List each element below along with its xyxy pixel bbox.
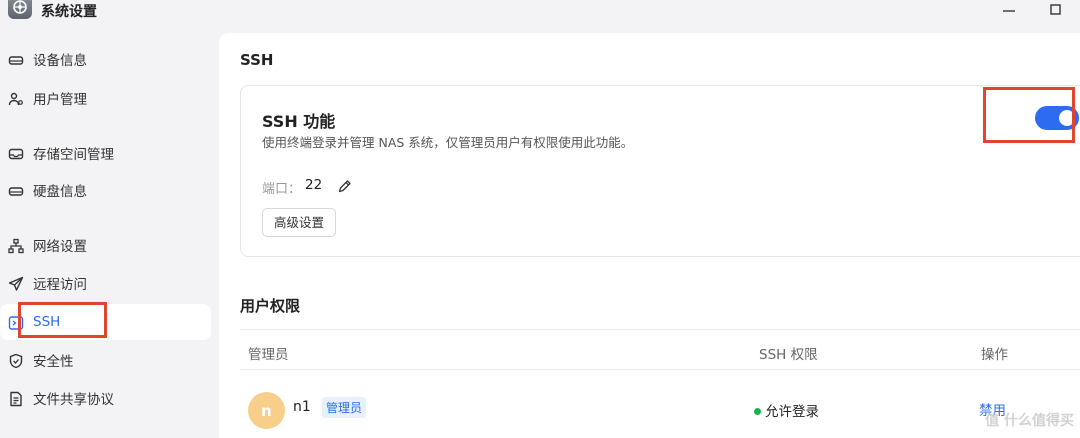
storage-icon	[8, 148, 24, 160]
sidebar-item-network[interactable]: 网络设置	[0, 227, 211, 263]
title-bar: 系统设置	[0, 0, 1080, 24]
sidebar-item-disk-info[interactable]: 硬盘信息	[0, 172, 211, 208]
ssh-card: SSH 功能 使用终端登录并管理 NAS 系统，仅管理员用户有权限使用此功能。 …	[240, 85, 1080, 257]
sidebar-item-device-info[interactable]: 设备信息	[0, 41, 211, 77]
table-divider-top	[240, 329, 1080, 330]
sidebar: 设备信息 用户管理 存储空间管理 硬盘信息 网络设置 远程访问 SSH 安全性 …	[0, 24, 219, 438]
sidebar-item-user-management[interactable]: 用户管理	[0, 80, 211, 116]
sidebar-item-label: 设备信息	[33, 53, 87, 69]
ssh-toggle[interactable]	[1035, 106, 1079, 130]
sidebar-item-label: 远程访问	[33, 277, 87, 293]
port-value: 22	[305, 177, 323, 193]
window-title: 系统设置	[41, 4, 97, 20]
avatar: n	[248, 392, 285, 429]
table-divider-header	[240, 369, 1080, 370]
permissions-title: 用户权限	[240, 297, 301, 315]
sidebar-item-label: 文件共享协议	[33, 392, 114, 408]
watermark: 值 什么值得买	[985, 413, 1074, 429]
minimize-icon	[1003, 10, 1015, 12]
ssh-icon	[8, 316, 24, 330]
disk-icon	[8, 187, 24, 196]
user-name: n1	[293, 399, 311, 415]
role-badge: 管理员	[322, 397, 367, 418]
sidebar-item-label: 安全性	[33, 354, 74, 370]
file-icon	[10, 391, 22, 407]
column-header-action: 操作	[981, 347, 1008, 363]
ssh-status: 允许登录	[754, 400, 819, 420]
main-panel: SSH SSH 功能 使用终端登录并管理 NAS 系统，仅管理员用户有权限使用此…	[219, 33, 1080, 438]
ssh-card-description: 使用终端登录并管理 NAS 系统，仅管理员用户有权限使用此功能。	[262, 135, 634, 150]
sidebar-item-security[interactable]: 安全性	[0, 342, 211, 378]
shield-icon	[9, 353, 23, 369]
port-label: 端口：	[262, 182, 302, 197]
maximize-button[interactable]	[1046, 2, 1066, 18]
sidebar-item-label: 存储空间管理	[33, 147, 114, 163]
sidebar-item-storage[interactable]: 存储空间管理	[0, 135, 211, 171]
sidebar-item-label: 硬盘信息	[33, 184, 87, 200]
sidebar-item-ssh[interactable]: SSH	[0, 304, 211, 340]
app-icon	[8, 0, 32, 19]
minimize-button[interactable]	[999, 2, 1019, 18]
user-icon	[8, 92, 23, 106]
sidebar-item-label: SSH	[33, 314, 61, 330]
ssh-card-title: SSH 功能	[262, 112, 336, 131]
ssh-status-text: 允许登录	[765, 404, 819, 420]
sidebar-item-label: 网络设置	[33, 239, 87, 255]
toggle-knob	[1059, 110, 1075, 126]
section-title: SSH	[240, 51, 274, 69]
sidebar-item-file-sharing[interactable]: 文件共享协议	[0, 380, 211, 416]
sidebar-item-remote-access[interactable]: 远程访问	[0, 265, 211, 301]
column-header-admin: 管理员	[248, 347, 289, 363]
send-icon	[8, 276, 24, 291]
maximize-icon	[1050, 4, 1061, 15]
edit-icon[interactable]	[337, 178, 353, 194]
column-header-ssh-permission: SSH 权限	[759, 347, 818, 363]
device-icon	[8, 56, 24, 65]
advanced-settings-button[interactable]: 高级设置	[262, 208, 337, 237]
status-dot	[754, 407, 761, 415]
sidebar-item-label: 用户管理	[33, 92, 87, 108]
network-icon	[8, 238, 24, 254]
